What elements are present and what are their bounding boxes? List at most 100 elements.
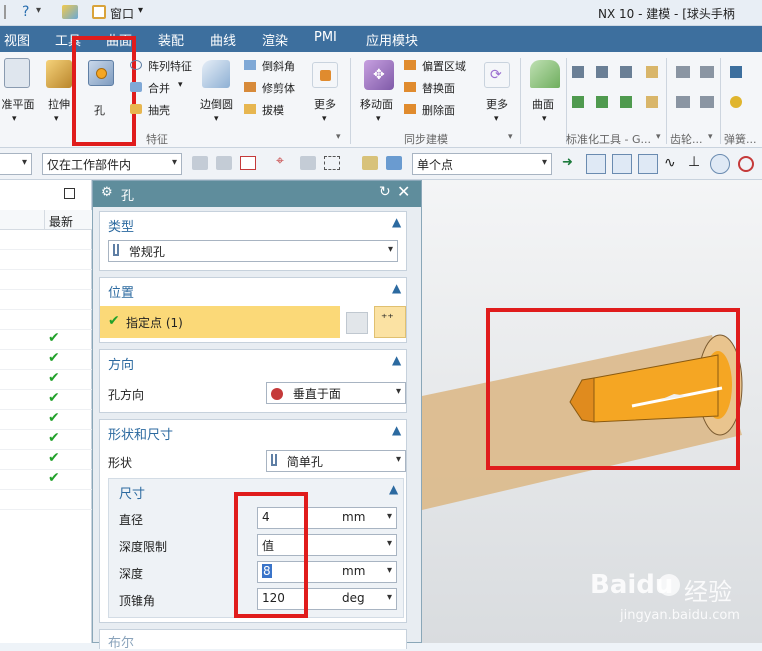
tab-curve[interactable]: 曲线 bbox=[210, 30, 236, 49]
tab-assembly[interactable]: 装配 bbox=[158, 30, 184, 49]
type-filter-combo[interactable]: ▾ bbox=[0, 153, 32, 175]
std-tool-icon-4[interactable] bbox=[646, 66, 658, 78]
position-section: 位置 ▲ ✔ 指定点 (1) ⁺⁺ bbox=[99, 277, 407, 343]
chevron-up-icon[interactable]: ▲ bbox=[392, 215, 401, 229]
rectangle-select-icon[interactable] bbox=[324, 156, 340, 170]
group-expand-icon[interactable]: ▾ bbox=[336, 132, 341, 142]
table-row[interactable] bbox=[0, 230, 92, 250]
boolean-section-header[interactable]: 布尔 bbox=[108, 632, 134, 651]
std-tool-icon-6[interactable] bbox=[596, 96, 608, 108]
table-row[interactable] bbox=[0, 250, 92, 270]
position-section-header[interactable]: 位置 bbox=[108, 282, 134, 301]
chevron-up-icon[interactable]: ▲ bbox=[392, 423, 401, 437]
chevron-up-icon[interactable]: ▲ bbox=[389, 482, 398, 496]
std-tool-icon-1[interactable] bbox=[572, 66, 584, 78]
point-mode-combo[interactable]: 单个点 ▾ bbox=[412, 153, 552, 175]
help-icon[interactable]: ? bbox=[22, 4, 29, 20]
point-dialog-button[interactable]: ⁺⁺ bbox=[374, 306, 406, 338]
chevron-down-icon[interactable]: ▾ bbox=[376, 114, 381, 124]
depth-unit: mm bbox=[342, 564, 366, 578]
snap-line-icon[interactable] bbox=[612, 154, 632, 174]
std-tool-icon-5[interactable] bbox=[572, 96, 584, 108]
window-menu[interactable]: 窗口 bbox=[110, 5, 134, 22]
chevron-down-icon[interactable]: ▾ bbox=[36, 5, 41, 16]
std-tool-icon-7[interactable] bbox=[620, 96, 632, 108]
std-tool-icon-2[interactable] bbox=[596, 66, 608, 78]
graphics-window[interactable]: Baidu 经验 jingyan.baidu.com bbox=[422, 180, 762, 643]
tab-render[interactable]: 渲染 bbox=[262, 30, 288, 49]
maximize-icon[interactable] bbox=[64, 188, 75, 199]
cursor-icon[interactable]: ⌖ bbox=[276, 153, 284, 169]
snap-curve-icon[interactable]: ∿ bbox=[664, 155, 676, 171]
arrow-right-icon[interactable]: ➜ bbox=[562, 155, 573, 170]
title-bar: ? ▾ 窗口 ▾ NX 10 - 建模 - [球头手柄 bbox=[0, 0, 762, 26]
table-row[interactable] bbox=[0, 290, 92, 310]
tab-pmi[interactable]: PMI bbox=[314, 30, 337, 45]
snap-midpoint-icon[interactable] bbox=[638, 154, 658, 174]
table-row[interactable]: ✔ bbox=[0, 370, 92, 390]
table-row[interactable]: ✔ bbox=[0, 450, 92, 470]
gear-tool-icon-4[interactable] bbox=[700, 96, 714, 108]
touch-mode-icon[interactable] bbox=[62, 5, 78, 19]
chevron-down-icon[interactable]: ▾ bbox=[322, 114, 327, 124]
general-hole-icon bbox=[113, 244, 119, 256]
gear-tool-icon-2[interactable] bbox=[700, 66, 714, 78]
chevron-down-icon[interactable]: ▾ bbox=[12, 114, 17, 124]
datum-plane-label: 准平面 bbox=[1, 98, 35, 111]
group-expand-icon[interactable]: ▾ bbox=[656, 132, 661, 142]
reset-icon[interactable]: ↻ bbox=[379, 184, 391, 200]
table-row[interactable]: ✔ bbox=[0, 430, 92, 450]
shape-select[interactable]: 简单孔 ▾ bbox=[266, 450, 406, 472]
scope-filter-combo[interactable]: 仅在工作部件内 ▾ bbox=[42, 153, 182, 175]
selection-tool-icon[interactable] bbox=[216, 156, 232, 170]
body-select-icon[interactable] bbox=[362, 156, 378, 170]
selection-tool-icon[interactable] bbox=[192, 156, 208, 170]
chevron-up-icon[interactable]: ▲ bbox=[392, 353, 401, 367]
snap-quadrant-icon[interactable] bbox=[738, 156, 754, 172]
shape-section-header[interactable]: 形状和尺寸 bbox=[108, 424, 173, 443]
selection-tool-icon[interactable] bbox=[300, 156, 316, 170]
snap-point-icon[interactable] bbox=[240, 156, 256, 170]
hole-type-select[interactable]: 常规孔 ▾ bbox=[108, 240, 398, 262]
hole-direction-select[interactable]: 垂直于面 ▾ bbox=[266, 382, 406, 404]
table-row[interactable]: ✔ bbox=[0, 410, 92, 430]
specify-point-row[interactable]: ✔ 指定点 (1) bbox=[100, 306, 340, 338]
type-section-header[interactable]: 类型 bbox=[108, 216, 134, 235]
table-row[interactable]: ✔ bbox=[0, 470, 92, 490]
dialog-title-bar[interactable]: ⚙ 孔 ↻ ✕ bbox=[93, 181, 421, 207]
chevron-down-icon[interactable]: ▾ bbox=[494, 114, 499, 124]
table-row[interactable]: ✔ bbox=[0, 330, 92, 350]
chevron-down-icon[interactable]: ▾ bbox=[542, 114, 547, 124]
close-icon[interactable]: ✕ bbox=[397, 182, 410, 201]
chevron-down-icon[interactable]: ▾ bbox=[54, 114, 59, 124]
window-icon[interactable] bbox=[92, 5, 106, 19]
table-row[interactable]: ✔ bbox=[0, 350, 92, 370]
group-expand-icon[interactable]: ▾ bbox=[708, 132, 713, 142]
snap-center-icon[interactable] bbox=[710, 154, 730, 174]
snap-endpoint-icon[interactable] bbox=[586, 154, 606, 174]
table-row[interactable] bbox=[0, 270, 92, 290]
annotation-box-hole bbox=[72, 36, 136, 146]
group-expand-icon[interactable]: ▾ bbox=[508, 132, 513, 142]
gear-icon[interactable]: ⚙ bbox=[101, 185, 113, 200]
sketch-section-icon[interactable] bbox=[346, 312, 368, 334]
std-tool-icon-3[interactable] bbox=[620, 66, 632, 78]
spring-tool-icon-2[interactable] bbox=[730, 96, 742, 108]
direction-section-header[interactable]: 方向 bbox=[108, 354, 134, 373]
tab-application[interactable]: 应用模块 bbox=[366, 30, 418, 49]
snap-tangent-icon[interactable]: ⊥ bbox=[688, 154, 700, 170]
chevron-up-icon[interactable]: ▲ bbox=[392, 281, 401, 295]
table-row[interactable] bbox=[0, 310, 92, 330]
chevron-down-icon[interactable]: ▾ bbox=[214, 114, 219, 124]
table-row[interactable] bbox=[0, 490, 92, 510]
tab-view[interactable]: 视图 bbox=[4, 30, 30, 49]
gear-tool-icon-1[interactable] bbox=[676, 66, 690, 78]
std-tool-icon-8[interactable] bbox=[646, 96, 658, 108]
spring-tool-icon-1[interactable] bbox=[730, 66, 742, 78]
chevron-down-icon[interactable]: ▾ bbox=[178, 80, 183, 90]
chevron-down-icon[interactable]: ▾ bbox=[138, 5, 143, 16]
dimensions-header[interactable]: 尺寸 bbox=[119, 483, 145, 502]
solid-select-icon[interactable] bbox=[386, 156, 402, 170]
table-row[interactable]: ✔ bbox=[0, 390, 92, 410]
gear-tool-icon-3[interactable] bbox=[676, 96, 690, 108]
